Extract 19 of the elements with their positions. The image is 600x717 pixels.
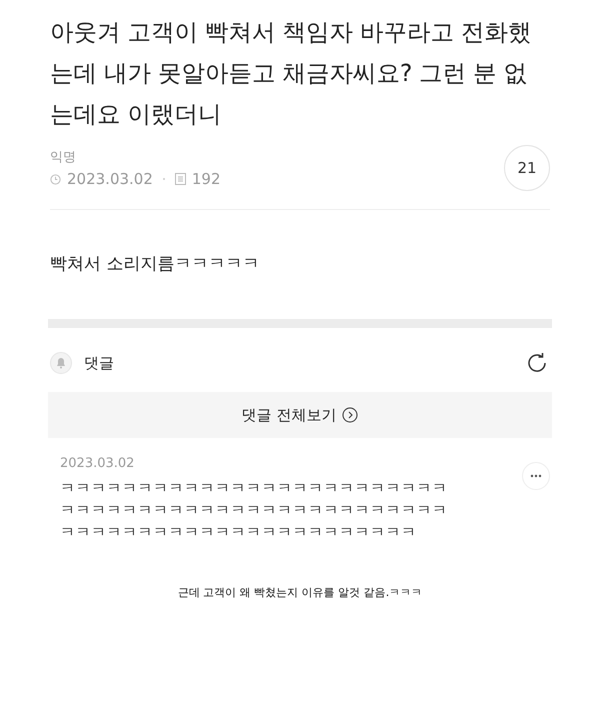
- comment-text: ㅋㅋㅋㅋㅋㅋㅋㅋㅋㅋㅋㅋㅋㅋㅋㅋㅋㅋㅋㅋㅋㅋㅋㅋㅋ: [60, 478, 448, 499]
- comment-text: ㅋㅋㅋㅋㅋㅋㅋㅋㅋㅋㅋㅋㅋㅋㅋㅋㅋㅋㅋㅋㅋㅋㅋㅋㅋ: [60, 500, 448, 521]
- comment-count[interactable]: 21: [504, 145, 550, 191]
- caption: 근데 고객이 왜 빡쳤는지 이유를 알것 같음.ㅋㅋㅋ: [176, 585, 424, 600]
- chevron-circle-icon: [342, 407, 358, 423]
- post-date: 2023.03.02: [67, 170, 153, 188]
- clock-icon: [50, 174, 61, 184]
- post-body: 빡쳐서 소리지름ㅋㅋㅋㅋㅋ: [50, 253, 260, 276]
- document-icon: [174, 173, 186, 185]
- comment-text: ㅋㅋㅋㅋㅋㅋㅋㅋㅋㅋㅋㅋㅋㅋㅋㅋㅋㅋㅋㅋㅋㅋㅋ: [60, 522, 418, 543]
- author-name: 익명: [50, 149, 77, 166]
- more-button[interactable]: [522, 462, 550, 490]
- comments-label: 댓글: [84, 354, 114, 372]
- post-title: 아웃겨 고객이 빡쳐서 책임자 바꾸라고 전화했는데 내가 못알아듣고 채금자씨요? 그런 분 없는데요 이랬더니: [50, 17, 532, 130]
- comment-date: 2023.03.02: [60, 456, 136, 471]
- bell-icon[interactable]: [50, 352, 72, 374]
- view-all-comments-button[interactable]: 댓글 전체보기: [48, 392, 552, 438]
- more-icon: [530, 474, 542, 478]
- view-count: 192: [192, 170, 221, 188]
